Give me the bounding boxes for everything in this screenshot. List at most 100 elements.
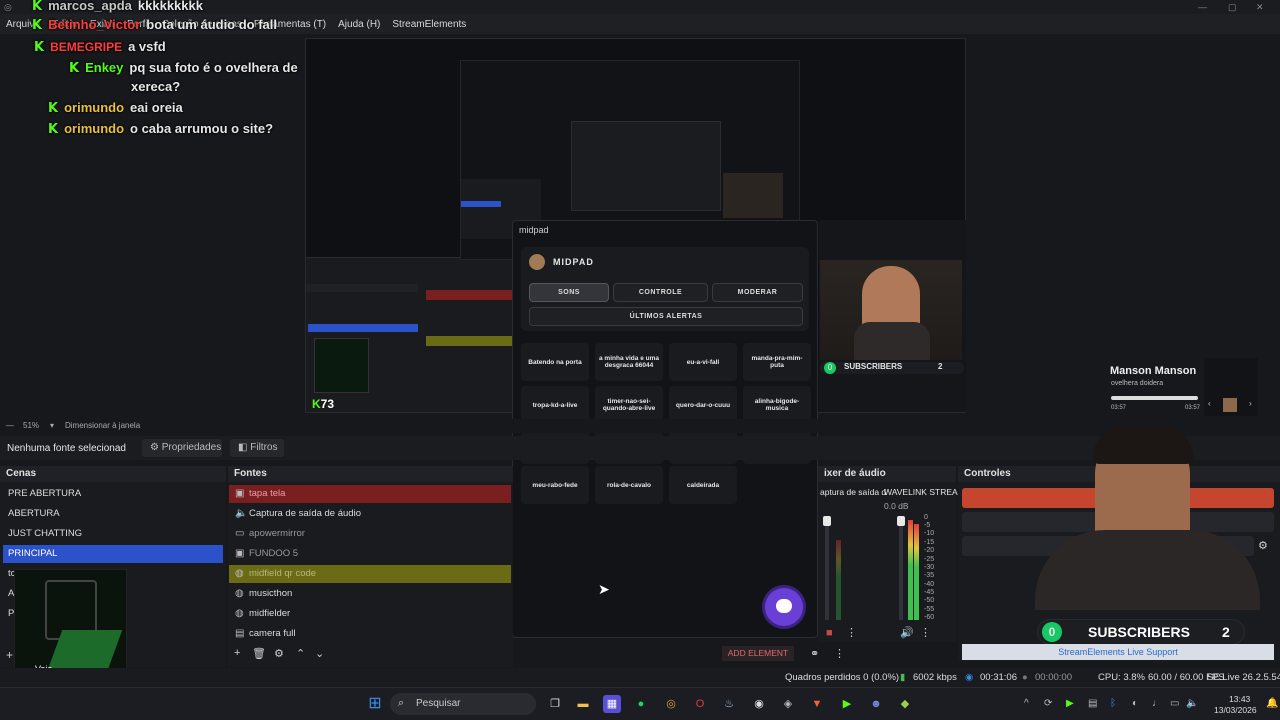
link-icon[interactable]: ⚭: [810, 647, 819, 660]
more-icon[interactable]: ⋮: [834, 647, 845, 660]
notification-icon[interactable]: 🔔: [1266, 698, 1278, 709]
more-icon[interactable]: ⋮: [846, 626, 857, 639]
sound-button[interactable]: manda-pra-mim-puta: [743, 343, 811, 381]
scene-item-active[interactable]: PRINCIPAL: [3, 545, 223, 563]
move-down-icon[interactable]: ⌄: [315, 647, 324, 660]
collapse-icon[interactable]: —: [6, 421, 14, 430]
chat-text: eai oreia: [130, 100, 183, 115]
prev-icon[interactable]: ‹: [1208, 399, 1211, 408]
task-view-icon[interactable]: ❐: [546, 695, 564, 713]
tab-sons[interactable]: SONS: [529, 283, 609, 302]
windows-start-icon[interactable]: ⊞: [366, 695, 384, 713]
chat-support-button[interactable]: [765, 588, 803, 626]
scene-item[interactable]: JUST CHATTING: [3, 525, 223, 543]
properties-button[interactable]: ⚙ Propriedades: [142, 439, 222, 457]
minimize-icon[interactable]: —: [1198, 2, 1207, 12]
source-label: musicthon: [249, 588, 293, 599]
midpad-card: MIDPAD SONS CONTROLE MODERAR ÚLTIMOS ALE…: [521, 247, 809, 331]
maximize-icon[interactable]: ▢: [1228, 2, 1237, 13]
volume-slider[interactable]: [823, 516, 831, 620]
filters-button[interactable]: ◧ Filtros: [230, 439, 284, 457]
no-source-label: Nenhuma fonte selecionad: [7, 443, 126, 454]
source-item[interactable]: ◍ midfielder: [229, 605, 511, 623]
chat-text: bota um áudio do fall: [146, 17, 278, 32]
network-icon[interactable]: ▭: [1170, 698, 1179, 709]
support-link[interactable]: StreamElements Live Support: [962, 644, 1274, 660]
chrome-icon[interactable]: ◎: [662, 695, 680, 713]
kick-icon: K: [32, 18, 43, 33]
tray-icon[interactable]: ⟳: [1044, 698, 1052, 709]
scene-item[interactable]: PRE ABERTURA: [3, 485, 223, 503]
chat-message: Korimundo o caba arrumou o site?: [48, 121, 273, 137]
add-scene-icon[interactable]: +: [6, 648, 13, 662]
volume-icon[interactable]: 🔈: [1186, 698, 1198, 709]
source-item[interactable]: ◍ musicthon: [229, 585, 511, 603]
app-icon[interactable]: ◆: [896, 695, 914, 713]
discord-icon[interactable]: ☻: [867, 695, 885, 713]
steam-icon[interactable]: ♨: [720, 695, 738, 713]
app-icon[interactable]: ◈: [779, 695, 797, 713]
chat-text: pq sua foto é o ovelhera de: [129, 60, 298, 75]
scenes-header: Cenas: [0, 466, 226, 482]
tab-ultimos-alertas[interactable]: ÚLTIMOS ALERTAS: [529, 307, 803, 326]
tab-controle[interactable]: CONTROLE: [613, 283, 708, 302]
source-item[interactable]: ▤ camera full: [229, 625, 511, 643]
search-box[interactable]: ⌕ Pesquisar: [390, 693, 536, 715]
sound-button[interactable]: rola-de-cavalo: [595, 466, 663, 504]
move-up-icon[interactable]: ⌃: [296, 647, 305, 660]
menu-streamelements[interactable]: StreamElements: [386, 19, 472, 30]
dropdown-icon[interactable]: ▾: [50, 421, 54, 430]
subscribers-goal: 2: [1222, 624, 1230, 640]
midpad-brand: MIDPAD: [553, 257, 594, 267]
obs-icon[interactable]: ◉: [750, 695, 768, 713]
trash-icon[interactable]: 🗑: [252, 647, 266, 660]
mic-icon[interactable]: ♩: [1152, 698, 1162, 709]
camera-icon: ▤: [235, 628, 245, 639]
album-art: ‹ ›: [1204, 358, 1258, 416]
tray-icon[interactable]: ◐: [1132, 698, 1138, 709]
tray-icon[interactable]: ▶: [1066, 698, 1074, 709]
add-source-icon[interactable]: +: [234, 647, 240, 659]
properties-label: Propriedades: [161, 442, 222, 453]
sound-button[interactable]: caldeirada: [669, 466, 737, 504]
sound-button[interactable]: eu-a-vi-fall: [669, 343, 737, 381]
scene-item[interactable]: ABERTURA: [3, 505, 223, 523]
mute-icon[interactable]: ■: [826, 627, 833, 639]
menu-ajuda[interactable]: Ajuda (H): [332, 19, 386, 30]
close-icon[interactable]: ✕: [1256, 2, 1264, 13]
kick-icon: K: [48, 122, 59, 137]
add-element-button[interactable]: ADD ELEMENT: [722, 646, 794, 661]
source-item[interactable]: ◍ midfield qr code: [229, 565, 511, 583]
spotify-icon[interactable]: ●: [632, 695, 650, 713]
gear-icon[interactable]: ⚙: [274, 647, 284, 660]
chat-text: xereca?: [131, 79, 181, 94]
tray-icon[interactable]: ▤: [1088, 698, 1097, 709]
scale-mode[interactable]: Dimensionar à janela: [65, 421, 140, 430]
zoom-level[interactable]: 51%: [23, 421, 39, 430]
media-time-left: 03:57: [1111, 405, 1127, 411]
sound-button[interactable]: Batendo na porta: [521, 343, 589, 381]
next-icon[interactable]: ›: [1249, 399, 1252, 408]
more-icon[interactable]: ⋮: [920, 626, 931, 639]
kick-app-icon[interactable]: ▶: [838, 695, 856, 713]
sound-button[interactable]: a minha vida e uma desgraca 66044: [595, 343, 663, 381]
speaker-icon[interactable]: 🔊: [900, 626, 914, 639]
bluetooth-icon[interactable]: ᛒ: [1110, 698, 1116, 709]
sound-button[interactable]: meu-rabo-fede: [521, 466, 589, 504]
subscribers-label: SUBSCRIBERS: [1088, 624, 1190, 640]
source-item[interactable]: ▣ tapa tela: [229, 485, 511, 503]
source-item[interactable]: ▭ apowermirror: [229, 525, 511, 543]
apps-icon[interactable]: ▦: [603, 695, 621, 713]
brave-icon[interactable]: ▼: [808, 695, 826, 713]
tab-moderar[interactable]: MODERAR: [712, 283, 803, 302]
midpad-avatar: [529, 254, 545, 270]
source-item[interactable]: 🔈 Captura de saída de áudio: [229, 505, 511, 523]
nested-obs-ui: [306, 257, 526, 412]
kick-icon: K: [48, 101, 59, 116]
search-label: Pesquisar: [416, 698, 461, 709]
source-item[interactable]: ▣ FUNDOO 5: [229, 545, 511, 563]
volume-slider[interactable]: [897, 516, 905, 620]
file-explorer-icon[interactable]: ▬: [574, 695, 592, 713]
tray-chevron-icon[interactable]: ^: [1024, 698, 1029, 709]
opera-icon[interactable]: O: [691, 695, 709, 713]
